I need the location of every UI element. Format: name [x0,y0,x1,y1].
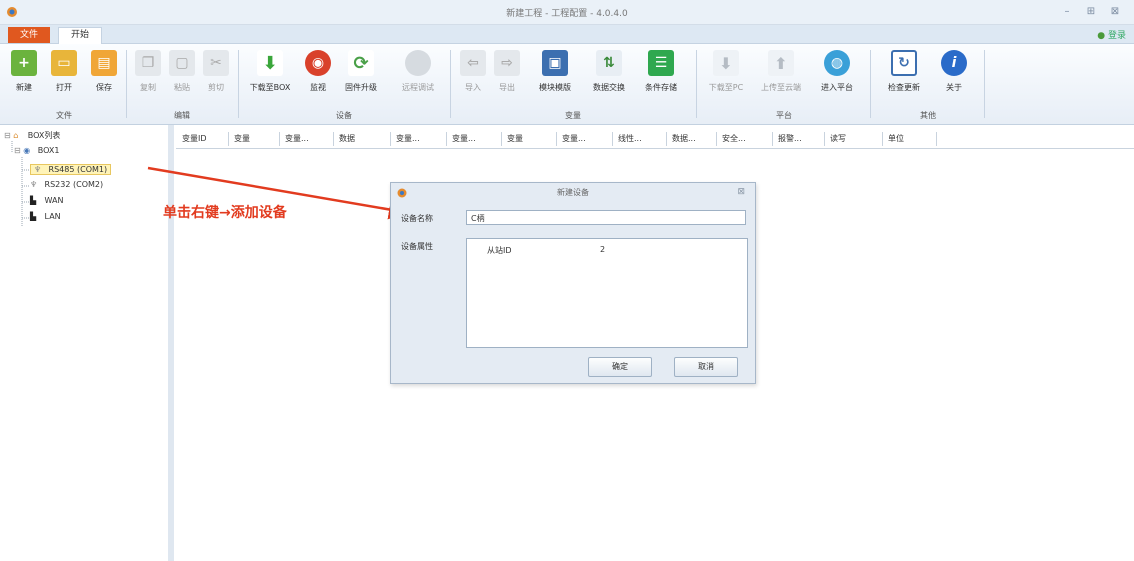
cancel-button[interactable]: 取消 [674,357,738,377]
new-device-dialog: 新建设备 ⊠ 设备名称 C柄 设备属性 从站ID 2 确定 取消 [390,182,756,384]
device-name-input[interactable]: C柄 [466,210,746,225]
close-icon[interactable]: ⊠ [737,187,745,197]
device-props-label: 设备属性 [401,242,433,251]
prop-key: 从站ID [487,246,512,255]
prop-value[interactable]: 2 [600,245,605,254]
dialog-title: 新建设备 [557,188,589,197]
annotation-label: 单击右键→添加设备 [163,205,287,221]
device-props-grid[interactable]: 从站ID 2 [466,238,748,348]
device-name-label: 设备名称 [401,214,433,223]
ok-button[interactable]: 确定 [588,357,652,377]
